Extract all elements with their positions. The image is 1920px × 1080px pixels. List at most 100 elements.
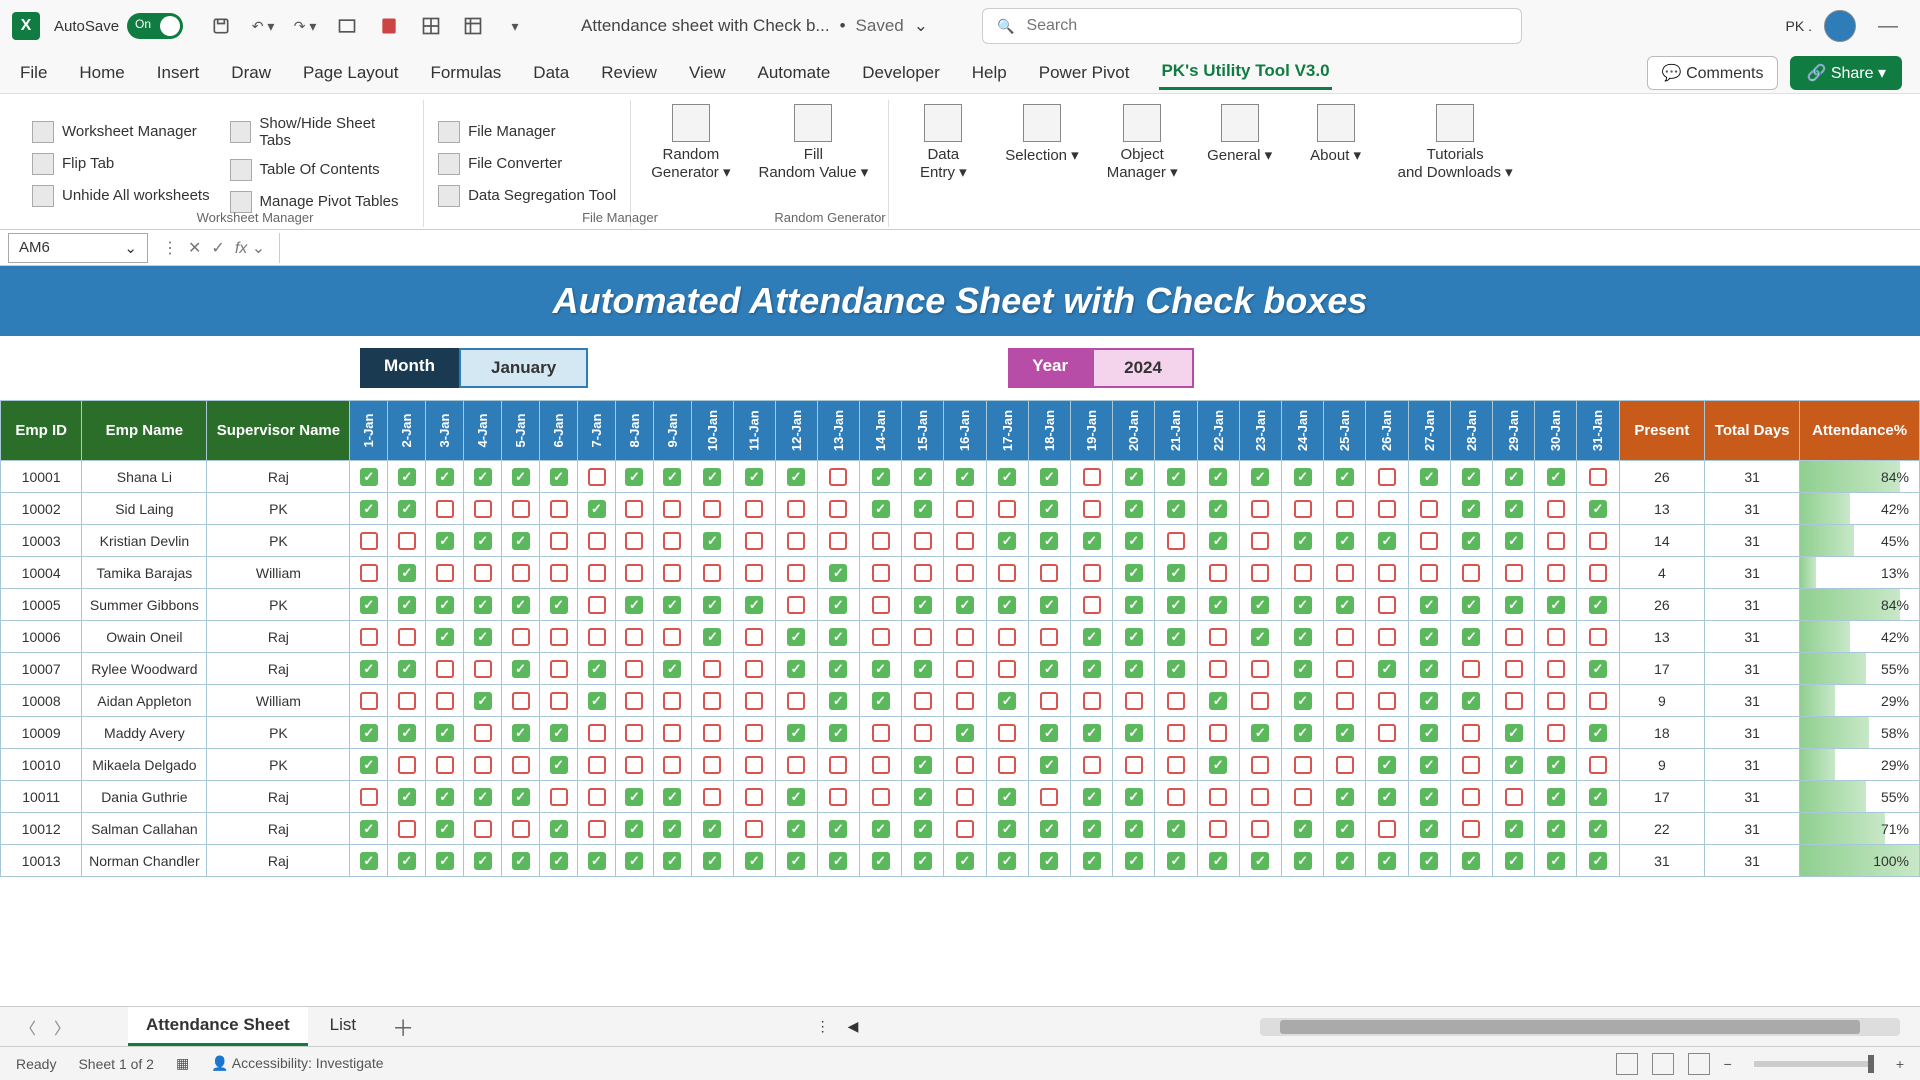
attendance-cell[interactable] [775, 685, 817, 717]
checkbox[interactable] [1083, 596, 1101, 614]
checkbox[interactable] [956, 564, 974, 582]
checkbox[interactable] [998, 820, 1016, 838]
attendance-cell[interactable] [986, 781, 1028, 813]
attendance-cell[interactable] [426, 781, 464, 813]
attendance-cell[interactable] [859, 717, 901, 749]
checkbox[interactable] [956, 468, 974, 486]
attendance-cell[interactable] [1577, 845, 1619, 877]
cell[interactable]: Tamika Barajas [82, 557, 207, 589]
attendance-cell[interactable] [350, 717, 388, 749]
attendance-cell[interactable] [1324, 589, 1366, 621]
ribbon-command[interactable]: Selection ▾ [999, 100, 1084, 168]
checkbox[interactable] [829, 660, 847, 678]
checkbox[interactable] [829, 500, 847, 518]
checkbox[interactable] [1336, 724, 1354, 742]
attendance-cell[interactable] [1408, 525, 1450, 557]
checkbox[interactable] [663, 564, 681, 582]
attendance-cell[interactable] [1577, 653, 1619, 685]
checkbox[interactable] [436, 468, 454, 486]
day-header[interactable]: 27-Jan [1408, 401, 1450, 461]
day-header[interactable]: 28-Jan [1450, 401, 1492, 461]
checkbox[interactable] [663, 660, 681, 678]
normal-view-icon[interactable] [1616, 1053, 1638, 1075]
attendance-cell[interactable] [1281, 557, 1323, 589]
checkbox[interactable] [914, 468, 932, 486]
macro-icon[interactable]: ▦ [176, 1055, 189, 1072]
checkbox[interactable] [1125, 564, 1143, 582]
cell[interactable]: 14 [1619, 525, 1705, 557]
checkbox[interactable] [550, 532, 568, 550]
checkbox[interactable] [998, 628, 1016, 646]
checkbox[interactable] [512, 852, 530, 870]
checkbox[interactable] [1378, 660, 1396, 678]
attendance-cell[interactable] [1450, 621, 1492, 653]
checkbox[interactable] [1505, 692, 1523, 710]
attendance-cell[interactable] [350, 781, 388, 813]
checkbox[interactable] [588, 692, 606, 710]
checkbox[interactable] [1589, 468, 1607, 486]
checkbox[interactable] [745, 660, 763, 678]
checkbox[interactable] [436, 756, 454, 774]
attendance-cell[interactable] [388, 653, 426, 685]
cell[interactable]: 17 [1619, 781, 1705, 813]
attendance-cell[interactable] [615, 685, 653, 717]
checkbox[interactable] [398, 788, 416, 806]
checkbox[interactable] [436, 660, 454, 678]
attendance-cell[interactable] [502, 813, 540, 845]
cell[interactable]: Raj [207, 461, 350, 493]
checkbox[interactable] [787, 660, 805, 678]
next-sheet-icon[interactable]: 〉 [54, 1015, 70, 1039]
table-icon[interactable] [461, 14, 485, 38]
checkbox[interactable] [1378, 756, 1396, 774]
attendance-cell[interactable] [1239, 717, 1281, 749]
cell[interactable]: 42% [1800, 493, 1920, 525]
attendance-cell[interactable] [653, 653, 691, 685]
attendance-cell[interactable] [502, 749, 540, 781]
checkbox[interactable] [398, 596, 416, 614]
checkbox[interactable] [474, 692, 492, 710]
checkbox[interactable] [1547, 628, 1565, 646]
checkbox[interactable] [1209, 564, 1227, 582]
cell[interactable]: 10006 [1, 621, 82, 653]
checkbox[interactable] [1125, 468, 1143, 486]
attendance-cell[interactable] [1197, 461, 1239, 493]
attendance-cell[interactable] [1324, 621, 1366, 653]
attendance-cell[interactable] [1239, 845, 1281, 877]
attendance-cell[interactable] [1535, 557, 1577, 589]
attendance-cell[interactable] [426, 845, 464, 877]
checkbox[interactable] [436, 852, 454, 870]
attendance-cell[interactable] [1577, 685, 1619, 717]
checkbox[interactable] [1083, 628, 1101, 646]
attendance-cell[interactable] [1155, 461, 1197, 493]
day-header[interactable]: 30-Jan [1535, 401, 1577, 461]
attendance-cell[interactable] [775, 749, 817, 781]
checkbox[interactable] [588, 564, 606, 582]
ribbon-tab[interactable]: Home [77, 57, 126, 89]
checkbox[interactable] [703, 468, 721, 486]
day-header[interactable]: 29-Jan [1492, 401, 1534, 461]
attendance-cell[interactable] [902, 781, 944, 813]
ribbon-tab[interactable]: Review [599, 57, 659, 89]
attendance-cell[interactable] [944, 845, 986, 877]
checkbox[interactable] [1209, 756, 1227, 774]
checkbox[interactable] [1378, 468, 1396, 486]
attendance-cell[interactable] [464, 749, 502, 781]
checkbox[interactable] [436, 532, 454, 550]
attendance-cell[interactable] [1113, 749, 1155, 781]
checkbox[interactable] [1462, 532, 1480, 550]
attendance-cell[interactable] [986, 717, 1028, 749]
checkbox[interactable] [1547, 756, 1565, 774]
checkbox[interactable] [872, 756, 890, 774]
checkbox[interactable] [663, 596, 681, 614]
attendance-cell[interactable] [578, 589, 616, 621]
checkbox[interactable] [1083, 692, 1101, 710]
checkbox[interactable] [1040, 724, 1058, 742]
checkbox[interactable] [829, 564, 847, 582]
checkbox[interactable] [956, 532, 974, 550]
attendance-cell[interactable] [1408, 781, 1450, 813]
cell[interactable]: Raj [207, 621, 350, 653]
attendance-cell[interactable] [578, 493, 616, 525]
attendance-cell[interactable] [578, 717, 616, 749]
checkbox[interactable] [474, 596, 492, 614]
attendance-cell[interactable] [350, 621, 388, 653]
